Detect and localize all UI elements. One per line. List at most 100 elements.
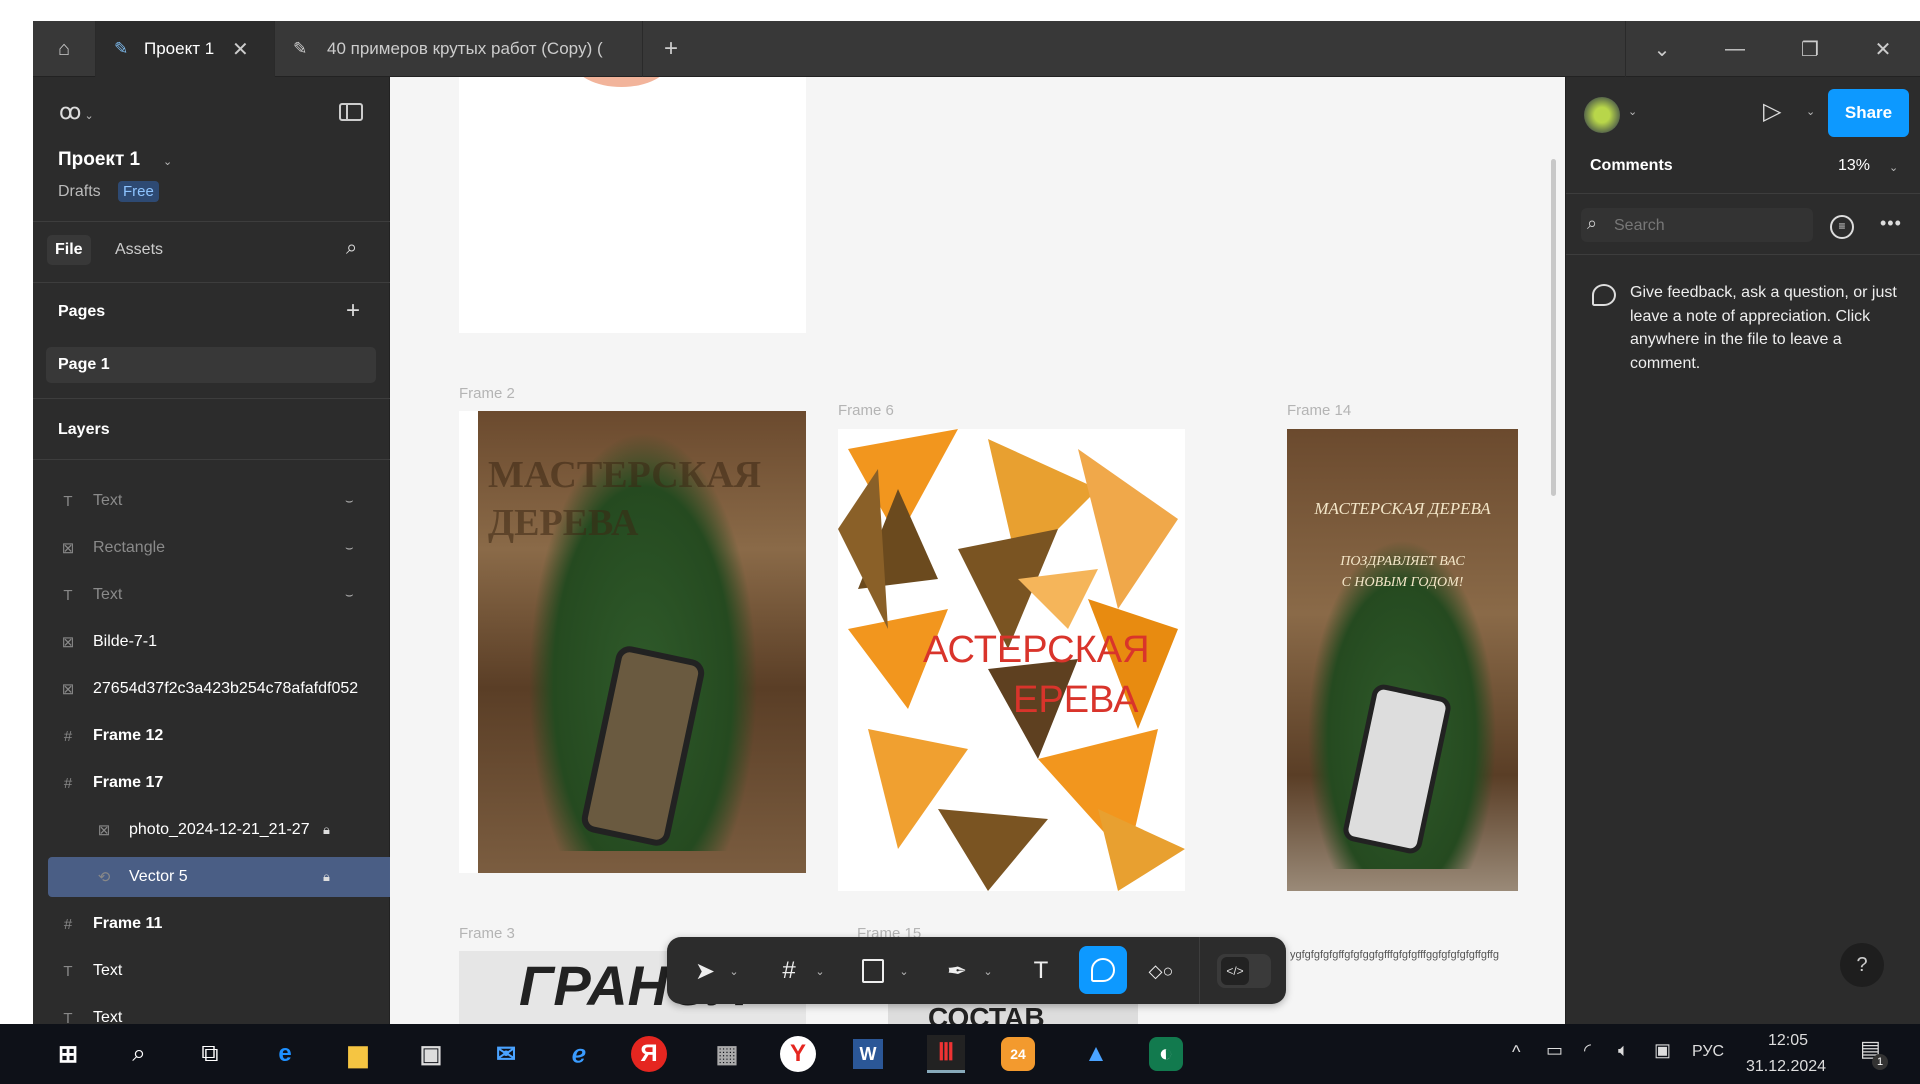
show-hidden-icons-button[interactable]: ^ [1512,1042,1520,1063]
hidden-eye-icon[interactable]: ⌣ [345,540,354,556]
edge-button[interactable]: e [263,1032,307,1076]
drafts-label[interactable]: Drafts [58,183,101,201]
dev-mode-toggle[interactable]: </> [1217,954,1271,988]
shape-tool-button[interactable] [853,951,893,991]
zoom-level[interactable]: 13% [1838,157,1870,175]
minimize-button[interactable]: — [1707,21,1763,77]
frame-tool-button[interactable]: # [769,951,809,991]
yandex-browser-button[interactable]: Y [780,1036,816,1072]
mail-button[interactable]: ✉ [484,1032,528,1076]
page-item-page-1[interactable]: Page 1 [46,347,376,383]
more-options-button[interactable]: ••• [1880,213,1902,234]
search-placeholder: Search [1614,217,1665,234]
clock-time[interactable]: 12:05 [1768,1032,1808,1050]
tab-assets[interactable]: Assets [115,241,163,259]
battery-icon[interactable]: ▭ [1546,1040,1563,1061]
chevron-down-icon[interactable]: ⌄ [981,951,995,991]
layer-item[interactable]: ⊠ 27654d37f2c3a423b254c78afafdf052 [33,669,390,709]
chevron-down-icon[interactable]: ⌄ [897,951,911,991]
layer-item[interactable]: T Text ⌣ [33,575,390,615]
hidden-eye-icon[interactable]: ⌣ [345,587,354,603]
chevron-down-icon[interactable]: ⌄ [163,155,172,168]
language-indicator[interactable]: РУС [1692,1043,1724,1061]
close-window-button[interactable]: ✕ [1855,21,1911,77]
stray-text-layer[interactable]: ygfgfgfgfgffgfgfggfgfffgfgfgfffggfgfgfgf… [1290,949,1499,961]
layer-name: Text [93,962,123,979]
search-icon[interactable]: ⌕ [346,237,357,260]
frame-label-frame-14[interactable]: Frame 14 [1287,402,1351,419]
yandex-button[interactable]: Я [631,1036,667,1072]
layer-item[interactable]: # Frame 11 [33,904,390,944]
volume-icon[interactable]: 🔈︎ [1618,1040,1629,1061]
tabs-dropdown-button[interactable]: ⌄ [1634,21,1690,77]
close-tab-icon[interactable]: ✕ [232,37,249,62]
comment-tool-button[interactable] [1079,946,1127,994]
word-button[interactable]: W [853,1039,883,1069]
restore-button[interactable]: ❐ [1782,21,1838,77]
resources-button[interactable]: ◇○ [1141,951,1181,991]
help-button[interactable]: ? [1840,943,1884,987]
figma-app-button[interactable]: Ⅲ [927,1035,965,1073]
filter-button[interactable]: ≡ [1830,215,1854,239]
avatar[interactable] [1584,97,1620,133]
present-button[interactable]: ▷ [1763,97,1781,126]
task-view-button[interactable]: ⧉ [188,1032,232,1076]
layer-item[interactable]: ⊠ Rectangle ⌣ [33,528,390,568]
share-button[interactable]: Share [1828,89,1909,137]
text-tool-button[interactable]: T [1021,951,1061,991]
frame-label-frame-6[interactable]: Frame 6 [838,402,894,419]
chevron-down-icon[interactable]: ⌄ [727,951,741,991]
frame-15[interactable]: СОСТАВ [888,1002,1138,1024]
frame-6[interactable]: АСТЕРСКАЯ ЕРЕВА [838,429,1185,891]
yandex-browser-icon: Y [789,1040,806,1067]
canvas[interactable]: Frame 2 МАСТЕРСКАЯ ДЕРЕВА Frame 6 АСТЕРС… [390,77,1565,1024]
move-tool-button[interactable]: ➤ [685,951,725,991]
tab-project-1[interactable]: ✎ Проект 1 ✕ [96,21,275,77]
frame-top[interactable] [459,77,806,333]
store-button[interactable]: ▣ [409,1032,453,1076]
app-button[interactable]: ◐ [1149,1037,1183,1071]
pen-tool-button[interactable]: ✒ [937,951,977,991]
tab-40-examples[interactable]: ✎ 40 примеров крутых работ (Copy) ( [275,21,643,77]
layer-item[interactable]: T Text ⌣ [33,481,390,521]
ie-button[interactable]: ℯ [557,1032,601,1076]
wifi-icon[interactable]: ◜ [1584,1040,1591,1061]
layer-item[interactable]: ⟲ Vector 5 🔒︎ [48,857,390,897]
search-button[interactable]: ⌕ [117,1032,161,1076]
figma-menu-button[interactable]: ꝏ ⌄ [59,99,94,125]
lock-icon[interactable]: 🔒︎ [323,869,330,885]
chevron-down-icon[interactable]: ⌄ [1889,161,1898,174]
toggle-sidebar-button[interactable] [339,103,363,121]
security-alert-icon[interactable]: ▣ [1654,1040,1671,1061]
hidden-eye-icon[interactable]: ⌣ [345,493,354,509]
photos-button[interactable]: ▲ [1074,1032,1118,1076]
lock-icon[interactable]: 🔒︎ [323,822,330,838]
chevron-down-icon[interactable]: ⌄ [1806,105,1815,118]
layer-item[interactable]: T Text [33,951,390,991]
frame-label-frame-2[interactable]: Frame 2 [459,385,515,402]
vertical-scrollbar[interactable] [1551,159,1556,496]
components-icon: ◇○ [1148,960,1174,981]
start-button[interactable]: ⊞ [46,1032,90,1076]
calculator-button[interactable]: ▦ [705,1032,749,1076]
frame-14[interactable]: МАСТЕРСКАЯ ДЕРЕВА ПОЗДРАВЛЯЕТ ВАС С НОВЫ… [1287,429,1518,891]
layer-item[interactable]: # Frame 12 [33,716,390,756]
frame-2[interactable]: МАСТЕРСКАЯ ДЕРЕВА [459,411,806,873]
divider [1566,193,1920,194]
chevron-down-icon[interactable]: ⌄ [813,951,827,991]
project-name[interactable]: Проект 1 [58,149,140,171]
tab-file[interactable]: File [47,235,91,265]
layer-item[interactable]: ⊠ photo_2024-12-21_21-27 🔒︎ [33,810,390,850]
clock-date[interactable]: 31.12.2024 [1746,1058,1826,1076]
chat-app-button[interactable]: 24 [1001,1037,1035,1071]
new-tab-button[interactable]: + [643,21,699,77]
chevron-down-icon[interactable]: ⌄ [1628,105,1637,118]
comment-search-input[interactable]: ⌕ Search [1581,208,1813,242]
explorer-button[interactable]: ▆ [336,1032,380,1076]
frame-label-frame-3[interactable]: Frame 3 [459,925,515,942]
layer-item[interactable]: ⊠ Bilde-7-1 [33,622,390,662]
home-button[interactable]: ⌂ [33,21,96,77]
frame-15-title: СОСТАВ [928,1002,1045,1024]
layer-item[interactable]: # Frame 17 [33,763,390,803]
add-page-button[interactable]: + [346,297,360,325]
